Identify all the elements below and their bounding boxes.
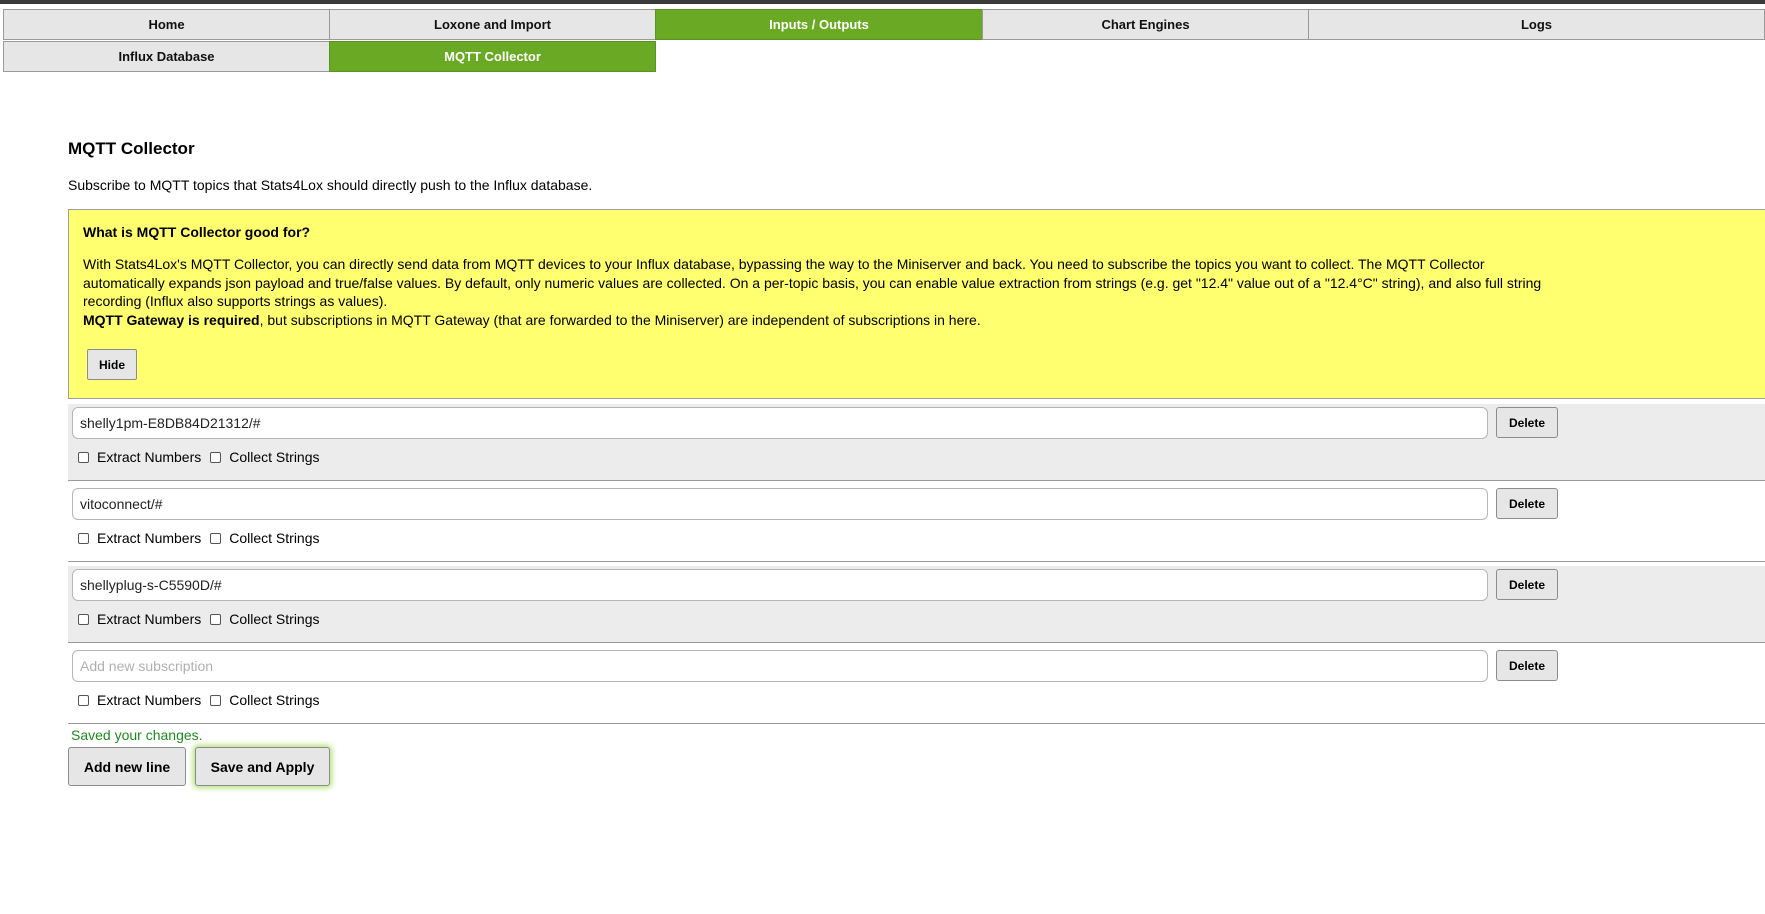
subscription-options: Extract Numbers Collect Strings [78,611,329,627]
subscription-input[interactable] [72,407,1488,439]
info-note-rest: , but subscriptions in MQTT Gateway (tha… [259,311,981,328]
extract-numbers-checkbox[interactable] [78,613,89,625]
new-subscription-input[interactable] [72,650,1488,682]
info-box: What is MQTT Collector good for? With St… [68,209,1765,399]
extract-numbers-checkbox[interactable] [78,694,89,706]
collect-strings-checkbox[interactable] [210,451,222,463]
collect-strings-label: Collect Strings [229,530,320,546]
extract-numbers-label: Extract Numbers [97,611,202,627]
collect-strings-label: Collect Strings [229,611,320,627]
tab-logs[interactable]: Logs [1308,9,1765,40]
subscription-row: Delete Extract Numbers Collect Strings [68,485,1765,562]
extract-numbers-label: Extract Numbers [97,530,202,546]
subscription-input[interactable] [72,488,1488,520]
subscription-row: Delete Extract Numbers Collect Strings [68,647,1765,724]
collect-strings-checkbox[interactable] [210,694,222,706]
page-subtitle: Subscribe to MQTT topics that Stats4Lox … [68,177,593,193]
subscription-input[interactable] [72,569,1488,601]
tab-chart-engines[interactable]: Chart Engines [982,9,1309,40]
tab-influx-database[interactable]: Influx Database [3,41,330,72]
collect-strings-label: Collect Strings [229,449,320,465]
subscription-options: Extract Numbers Collect Strings [78,692,329,708]
extract-numbers-label: Extract Numbers [97,449,202,465]
collect-strings-checkbox[interactable] [210,532,222,544]
extract-numbers-label: Extract Numbers [97,692,202,708]
tab-loxone-and-import[interactable]: Loxone and Import [329,9,656,40]
subscription-row: Delete Extract Numbers Collect Strings [68,566,1765,643]
info-required-note: MQTT Gateway is required [83,311,260,328]
window-top-bar [0,0,1765,4]
collect-strings-label: Collect Strings [229,692,320,708]
delete-button[interactable]: Delete [1496,488,1558,519]
subscription-row: Delete Extract Numbers Collect Strings [68,404,1765,481]
tab-home[interactable]: Home [3,9,330,40]
info-paragraph: With Stats4Lox's MQTT Collector, you can… [83,256,1542,309]
tab-mqtt-collector[interactable]: MQTT Collector [329,41,656,72]
delete-button[interactable]: Delete [1496,569,1558,600]
collect-strings-checkbox[interactable] [210,613,222,625]
page-title: MQTT Collector [68,139,195,158]
extract-numbers-checkbox[interactable] [78,451,89,463]
extract-numbers-checkbox[interactable] [78,532,89,544]
delete-button[interactable]: Delete [1496,650,1558,681]
subscription-options: Extract Numbers Collect Strings [78,530,329,546]
hide-button[interactable]: Hide [87,349,137,380]
subscription-options: Extract Numbers Collect Strings [78,449,329,465]
info-heading: What is MQTT Collector good for? [83,224,311,240]
save-and-apply-button[interactable]: Save and Apply [195,747,330,786]
delete-button[interactable]: Delete [1496,407,1558,438]
info-text: With Stats4Lox's MQTT Collector, you can… [83,255,1543,329]
add-new-line-button[interactable]: Add new line [68,747,186,786]
tab-inputs-outputs[interactable]: Inputs / Outputs [655,9,983,40]
status-message: Saved your changes. [71,727,203,743]
